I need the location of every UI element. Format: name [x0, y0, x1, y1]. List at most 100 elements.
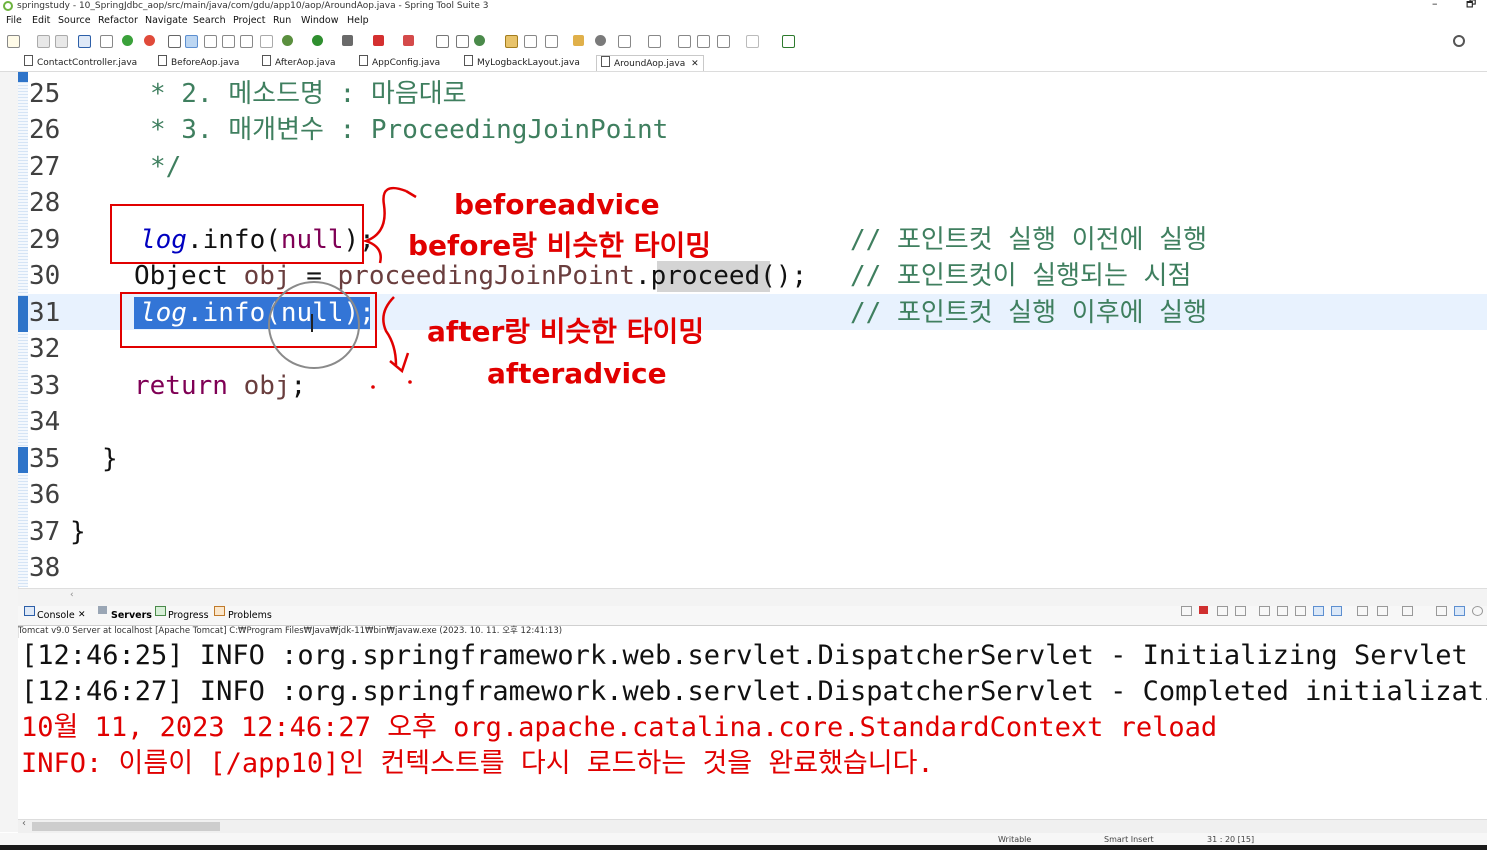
- scroll-thumb[interactable]: [32, 822, 220, 831]
- tab-after-aop[interactable]: AfterAop.java: [262, 55, 336, 70]
- open-folder-icon[interactable]: [573, 35, 584, 46]
- menu-edit[interactable]: Edit: [32, 13, 50, 29]
- next-annotation-icon[interactable]: [204, 35, 217, 48]
- console-hscroll[interactable]: ‹: [18, 818, 1487, 833]
- ruler-marker: [18, 296, 28, 332]
- settings-gear-icon[interactable]: [1472, 606, 1483, 616]
- open-console-icon[interactable]: [1402, 606, 1413, 616]
- editor-hscroll[interactable]: ‹: [18, 588, 1487, 607]
- debug-run-icon[interactable]: [282, 35, 293, 46]
- minimize-button[interactable]: –: [1432, 0, 1438, 10]
- menu-window[interactable]: Window: [301, 13, 338, 29]
- tab-progress[interactable]: Progress: [168, 606, 209, 625]
- tab-servers[interactable]: Servers: [111, 606, 152, 625]
- menu-refactor[interactable]: Refactor: [98, 13, 138, 29]
- server-icon[interactable]: [403, 35, 414, 46]
- open-type-icon[interactable]: [505, 35, 518, 48]
- new-file-icon[interactable]: [7, 35, 20, 48]
- menu-bar: File Edit Source Refactor Navigate Searc…: [0, 13, 1487, 29]
- pin-editor-icon[interactable]: [782, 35, 795, 48]
- code-token: ();: [760, 261, 808, 291]
- restart-icon[interactable]: [1181, 606, 1192, 616]
- line-number: 30: [29, 261, 61, 291]
- stop-icon[interactable]: [373, 35, 384, 46]
- show-stderr-icon[interactable]: [1331, 606, 1342, 616]
- console-output[interactable]: [12:46:25] INFO :org.springframework.web…: [18, 638, 1487, 820]
- menu-run[interactable]: Run: [273, 13, 291, 29]
- forward-nav-icon[interactable]: [746, 35, 759, 48]
- pin-console-icon[interactable]: [1357, 606, 1368, 616]
- console-line: INFO: 이름이 [/app10]인 컨텍스트를 다시 로드하는 것을 완료했…: [21, 748, 934, 779]
- remove-launch-icon[interactable]: [1217, 606, 1228, 616]
- show-whitespace-icon[interactable]: [240, 35, 253, 48]
- line-number: 26: [29, 115, 61, 145]
- line-number: 25: [29, 79, 61, 109]
- run-icon[interactable]: [312, 35, 323, 46]
- remove-all-icon[interactable]: [1235, 606, 1246, 616]
- tab-problems[interactable]: Problems: [228, 606, 272, 625]
- globe-icon[interactable]: [595, 35, 606, 46]
- last-edit-icon[interactable]: [678, 35, 691, 48]
- tab-contact-controller[interactable]: ContactController.java: [24, 55, 137, 70]
- code-comment-31: // 포인트컷 실행 이후에 실행: [850, 298, 1208, 328]
- save-icon[interactable]: [37, 35, 50, 48]
- before-annotation-box: [110, 204, 364, 264]
- code-comment-29: // 포인트컷 실행 이전에 실행: [850, 225, 1208, 255]
- new-package-icon[interactable]: [456, 35, 469, 48]
- line-number: 34: [29, 407, 61, 437]
- highlight-icon[interactable]: [185, 35, 198, 48]
- tab-my-logback-layout[interactable]: MyLogbackLayout.java: [464, 55, 580, 70]
- clear-console-icon[interactable]: [1259, 606, 1270, 616]
- open-resource-icon[interactable]: [524, 35, 537, 48]
- close-console-icon[interactable]: ✕: [78, 606, 86, 625]
- annotation-brace-strokes: [362, 186, 417, 389]
- tab-around-aop[interactable]: AroundAop.java ✕: [596, 55, 704, 71]
- menu-help[interactable]: Help: [347, 13, 369, 29]
- terminal-icon[interactable]: [78, 35, 91, 48]
- forward-icon[interactable]: [717, 35, 730, 48]
- ruler-marker: [18, 447, 28, 473]
- view-menu-icon[interactable]: [1436, 606, 1447, 616]
- menu-search[interactable]: Search: [193, 13, 226, 29]
- external-tools-icon[interactable]: [342, 35, 353, 46]
- left-trim: [0, 72, 19, 832]
- skip-breakpoints-icon[interactable]: [100, 35, 113, 48]
- menu-navigate[interactable]: Navigate: [145, 13, 188, 29]
- terminate-icon[interactable]: [1199, 606, 1208, 614]
- menu-project[interactable]: Project: [233, 13, 266, 29]
- search-icon[interactable]: [1453, 35, 1465, 47]
- display-console-icon[interactable]: [1377, 606, 1388, 616]
- show-stdout-icon[interactable]: [1313, 606, 1324, 616]
- menu-source[interactable]: Source: [58, 13, 91, 29]
- refresh-icon[interactable]: [144, 35, 155, 46]
- new-java-icon[interactable]: [474, 35, 485, 46]
- tab-app-config[interactable]: AppConfig.java: [359, 55, 440, 70]
- restore-button[interactable]: 🗗: [1466, 0, 1476, 10]
- prev-edit-icon[interactable]: [648, 35, 661, 48]
- back-icon[interactable]: [697, 35, 710, 48]
- tab-console[interactable]: Console: [37, 606, 75, 625]
- pilcrow-icon[interactable]: [260, 35, 273, 48]
- progress-icon: [155, 606, 166, 616]
- close-tab-icon[interactable]: ✕: [691, 59, 699, 69]
- new-class-icon[interactable]: [436, 35, 449, 48]
- menu-file[interactable]: File: [6, 13, 22, 29]
- line-number: 32: [29, 334, 61, 364]
- next-edit-icon[interactable]: [618, 35, 631, 48]
- debug-icon[interactable]: [122, 35, 133, 46]
- servers-icon: [98, 606, 107, 614]
- scroll-left-icon[interactable]: ‹: [70, 590, 74, 600]
- scroll-lock-icon[interactable]: [1277, 606, 1288, 616]
- search-tool-icon[interactable]: [545, 35, 558, 48]
- word-wrap-icon[interactable]: [1295, 606, 1306, 616]
- minimize-view-icon[interactable]: [1454, 606, 1465, 616]
- toggle-mark-icon[interactable]: [168, 35, 181, 48]
- tab-before-aop[interactable]: BeforeAop.java: [158, 55, 239, 70]
- block-selection-icon[interactable]: [222, 35, 235, 48]
- java-file-icon: [24, 55, 33, 66]
- problems-icon: [214, 606, 225, 616]
- console-icon: [24, 606, 35, 616]
- scroll-left-icon[interactable]: ‹: [22, 818, 26, 829]
- variable-obj: obj: [243, 261, 291, 291]
- save-all-icon[interactable]: [55, 35, 68, 48]
